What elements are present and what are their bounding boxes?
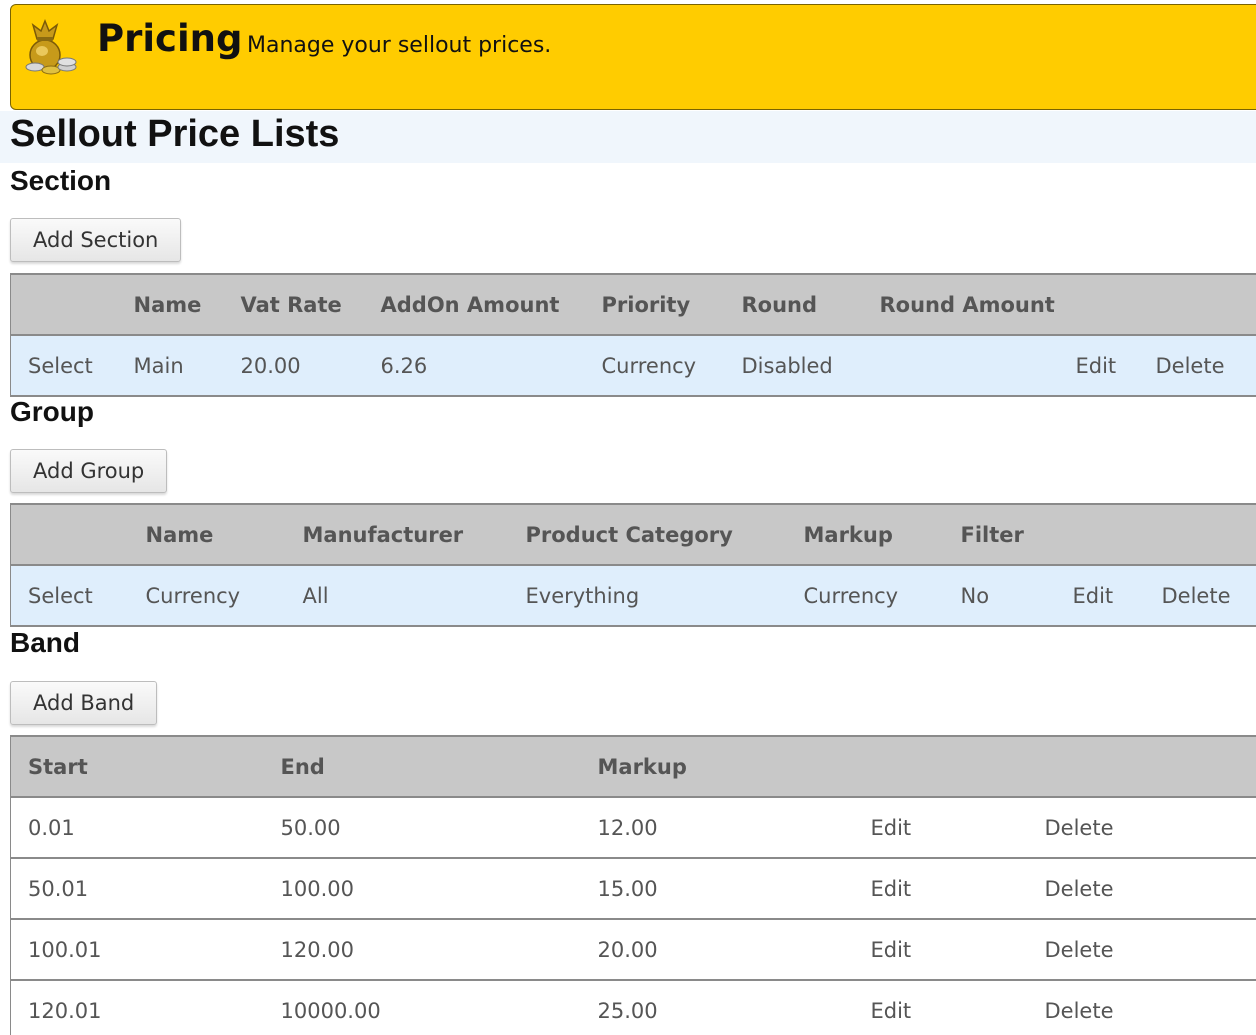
cell-start: 100.01 <box>10 919 264 981</box>
cell-markup: 15.00 <box>580 858 854 920</box>
edit-link[interactable]: Edit <box>853 980 1028 1035</box>
delete-link[interactable]: Delete <box>1027 858 1256 920</box>
column-header-round-amount: Round Amount <box>862 273 1059 336</box>
add-group-button[interactable]: Add Group <box>10 449 168 493</box>
group-header-row: Name Manufacturer Product Category Marku… <box>10 503 1256 566</box>
cell-end: 50.00 <box>263 797 581 859</box>
column-header-markup: Markup <box>786 503 944 566</box>
column-header <box>1144 503 1256 566</box>
edit-link[interactable]: Edit <box>853 858 1028 920</box>
group-heading: Group <box>10 396 94 427</box>
cell-markup: 20.00 <box>580 919 854 981</box>
table-row: Select Currency All Everything Currency … <box>10 565 1256 627</box>
column-header-manufacturer: Manufacturer <box>285 503 509 566</box>
table-row: 100.01 120.00 20.00 Edit Delete <box>10 919 1256 981</box>
column-header-name: Name <box>116 273 224 336</box>
edit-link[interactable]: Edit <box>853 919 1028 981</box>
section-table: Name Vat Rate AddOn Amount Priority Roun… <box>10 273 1256 397</box>
edit-link[interactable]: Edit <box>1055 565 1145 627</box>
column-header-product-category: Product Category <box>508 503 787 566</box>
delete-link[interactable]: Delete <box>1138 335 1256 397</box>
column-header-markup: Markup <box>580 735 854 798</box>
delete-link[interactable]: Delete <box>1027 797 1256 859</box>
column-header <box>1055 503 1145 566</box>
cell-manufacturer: All <box>285 565 509 627</box>
delete-link[interactable]: Delete <box>1027 919 1256 981</box>
cell-addon-amount: 6.26 <box>363 335 585 397</box>
select-link[interactable]: Select <box>10 335 117 397</box>
table-row: 120.01 10000.00 25.00 Edit Delete <box>10 980 1256 1035</box>
section-heading: Section <box>10 165 112 196</box>
select-link[interactable]: Select <box>10 565 129 627</box>
add-section-button[interactable]: Add Section <box>10 218 182 262</box>
column-header-priority: Priority <box>584 273 725 336</box>
delete-link[interactable]: Delete <box>1027 980 1256 1035</box>
cell-name: Main <box>116 335 224 397</box>
column-header-name: Name <box>128 503 286 566</box>
money-bag-icon <box>25 18 77 75</box>
column-header <box>853 735 1028 798</box>
banner-title: Pricing <box>97 17 243 60</box>
cell-product-category: Everything <box>508 565 787 627</box>
cell-start: 120.01 <box>10 980 264 1035</box>
table-row: Select Main 20.00 6.26 Currency Disabled… <box>10 335 1256 397</box>
cell-vat-rate: 20.00 <box>223 335 364 397</box>
column-header <box>10 273 117 336</box>
cell-name: Currency <box>128 565 286 627</box>
page-title: Sellout Price Lists <box>10 113 340 155</box>
cell-end: 120.00 <box>263 919 581 981</box>
edit-link[interactable]: Edit <box>1058 335 1139 397</box>
cell-start: 0.01 <box>10 797 264 859</box>
band-heading: Band <box>10 627 80 658</box>
column-header <box>1058 273 1139 336</box>
column-header-addon-amount: AddOn Amount <box>363 273 585 336</box>
cell-markup: 25.00 <box>580 980 854 1035</box>
pricing-banner: Pricing Manage your sellout prices. <box>10 4 1256 110</box>
cell-markup: Currency <box>786 565 944 627</box>
column-header <box>10 503 129 566</box>
column-header <box>1138 273 1256 336</box>
cell-priority: Currency <box>584 335 725 397</box>
column-header-end: End <box>263 735 581 798</box>
column-header <box>1027 735 1256 798</box>
cell-markup: 12.00 <box>580 797 854 859</box>
cell-filter: No <box>943 565 1056 627</box>
group-table: Name Manufacturer Product Category Marku… <box>10 503 1256 627</box>
table-row: 0.01 50.00 12.00 Edit Delete <box>10 797 1256 859</box>
column-header-start: Start <box>10 735 264 798</box>
banner-subtitle: Manage your sellout prices. <box>247 33 552 58</box>
cell-end: 10000.00 <box>263 980 581 1035</box>
table-row: 50.01 100.00 15.00 Edit Delete <box>10 858 1256 920</box>
cell-start: 50.01 <box>10 858 264 920</box>
add-band-button[interactable]: Add Band <box>10 681 158 725</box>
edit-link[interactable]: Edit <box>853 797 1028 859</box>
band-table: Start End Markup 0.01 50.00 12.00 Edit D… <box>10 735 1256 1035</box>
column-header-filter: Filter <box>943 503 1056 566</box>
section-header-row: Name Vat Rate AddOn Amount Priority Roun… <box>10 273 1256 336</box>
cell-round-amount <box>862 335 1059 397</box>
column-header-vat-rate: Vat Rate <box>223 273 364 336</box>
cell-round: Disabled <box>724 335 863 397</box>
column-header-round: Round <box>724 273 863 336</box>
band-header-row: Start End Markup <box>10 735 1256 798</box>
delete-link[interactable]: Delete <box>1144 565 1256 627</box>
cell-end: 100.00 <box>263 858 581 920</box>
